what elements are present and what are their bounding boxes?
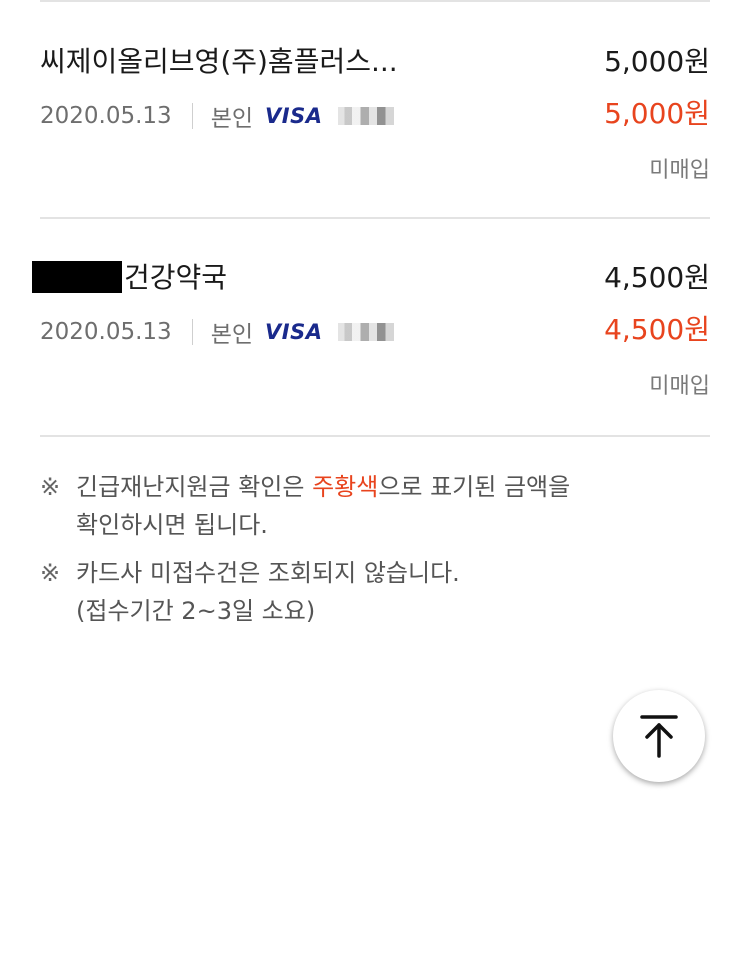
masked-card-number bbox=[338, 107, 395, 125]
approved-amount: 4,500원 bbox=[604, 313, 710, 346]
notice-text-part: 긴급재난지원금 확인은 bbox=[76, 473, 313, 501]
merchant-name: 건강약국 bbox=[124, 261, 228, 294]
transaction-date: 2020.05.13 bbox=[40, 103, 172, 129]
transaction-item[interactable]: 건강약국 4,500원 2020.05.13 본인 VISA 4,500원 미매… bbox=[32, 258, 710, 399]
scroll-to-top-button[interactable] bbox=[613, 690, 705, 782]
reference-mark: ※ bbox=[40, 559, 61, 587]
approved-amount: 5,000원 bbox=[604, 97, 710, 130]
card-holder: 본인 bbox=[210, 322, 254, 348]
notice-text-part: 으로 표기된 금액을 bbox=[378, 473, 571, 501]
reference-mark: ※ bbox=[40, 473, 61, 501]
masked-card-number bbox=[338, 323, 395, 341]
transaction-item[interactable]: 씨제이올리브영(주)홈플러스... 5,000원 2020.05.13 본인 V… bbox=[40, 42, 710, 183]
transaction-divider bbox=[40, 435, 710, 437]
visa-logo: VISA bbox=[265, 320, 323, 344]
transaction-amount: 5,000원 bbox=[604, 45, 710, 78]
notice-text-part: (접수기간 2~3일 소요) bbox=[76, 597, 316, 625]
redacted-mask bbox=[32, 261, 122, 293]
arrow-up-to-line-icon bbox=[640, 715, 678, 758]
notice-section: ※ 긴급재난지원금 확인은 주황색으로 표기된 금액을 확인하시면 됩니다. ※… bbox=[40, 468, 720, 640]
notice-text-part: 확인하시면 됩니다. bbox=[76, 511, 268, 539]
notice-item: ※ 카드사 미접수건은 조회되지 않습니다. (접수기간 2~3일 소요) bbox=[40, 554, 720, 630]
top-divider bbox=[40, 0, 710, 2]
notice-text: 카드사 미접수건은 조회되지 않습니다. (접수기간 2~3일 소요) bbox=[76, 554, 460, 630]
transaction-meta: 2020.05.13 본인 VISA bbox=[40, 314, 395, 350]
highlight-text: 주황색 bbox=[312, 473, 379, 501]
notice-item: ※ 긴급재난지원금 확인은 주황색으로 표기된 금액을 확인하시면 됩니다. bbox=[40, 468, 720, 544]
meta-separator bbox=[191, 319, 193, 345]
transaction-divider bbox=[40, 217, 710, 219]
merchant-name: 씨제이올리브영(주)홈플러스... bbox=[40, 45, 398, 78]
transaction-date: 2020.05.13 bbox=[40, 319, 172, 345]
notice-text: 긴급재난지원금 확인은 주황색으로 표기된 금액을 확인하시면 됩니다. bbox=[76, 468, 570, 544]
visa-logo: VISA bbox=[265, 104, 323, 128]
card-holder: 본인 bbox=[210, 106, 254, 132]
meta-separator bbox=[191, 103, 193, 129]
transaction-meta: 2020.05.13 본인 VISA bbox=[40, 98, 395, 134]
transaction-amount: 4,500원 bbox=[604, 261, 710, 294]
notice-text-part: 카드사 미접수건은 조회되지 않습니다. bbox=[76, 559, 460, 587]
merchant-name-row: 건강약국 bbox=[32, 258, 228, 298]
purchase-status: 미매입 bbox=[649, 374, 710, 399]
purchase-status: 미매입 bbox=[649, 158, 710, 183]
